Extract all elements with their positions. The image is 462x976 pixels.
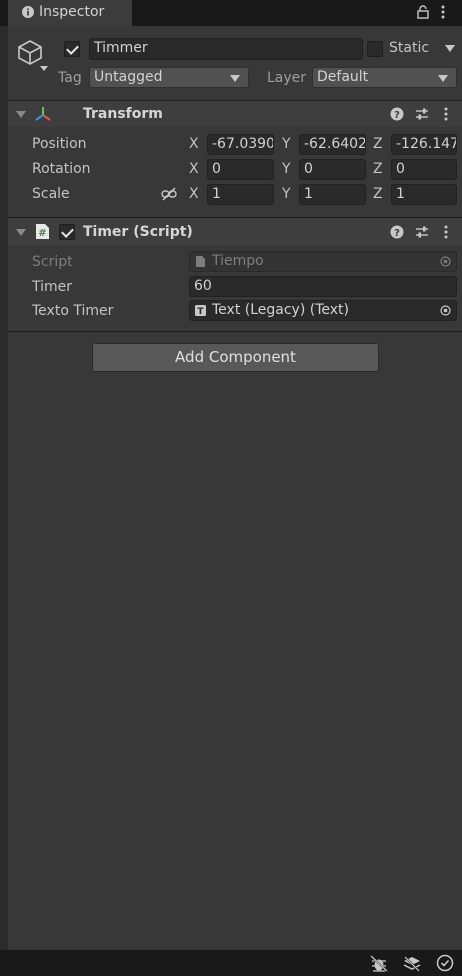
csharp-script-icon [196,256,205,267]
position-y-field[interactable]: -62.6402 [299,134,366,155]
transform-title: Transform [83,106,163,122]
timer-script-title: Timer (Script) [83,224,193,240]
info-icon [22,6,34,18]
position-y-axis[interactable]: Y [282,136,291,152]
svg-text:T: T [197,307,204,316]
rotation-y-axis[interactable]: Y [282,161,291,177]
left-panel-edge [0,26,8,950]
timer-script-enabled-checkbox[interactable] [59,224,75,240]
scale-y-field[interactable]: 1 [299,184,366,205]
layer-dropdown[interactable]: Default [312,67,457,88]
icon-dropdown-arrow[interactable] [40,66,48,71]
rotation-y-field[interactable]: 0 [299,159,366,180]
gameobject-cube-icon [18,40,42,65]
text-component-icon: T [195,305,206,316]
chevron-down-icon [230,75,240,82]
object-picker-icon[interactable] [440,305,451,316]
position-x-axis[interactable]: X [189,136,199,152]
scale-z-axis[interactable]: Z [373,186,383,202]
active-checkbox[interactable] [64,41,80,57]
transform-header[interactable]: Transform ? [8,101,462,127]
constrain-proportions-icon[interactable] [161,187,177,201]
layer-label: Layer [267,70,307,86]
position-label: Position [32,136,87,152]
rotation-x-axis[interactable]: X [189,161,199,177]
timer-label: Timer [32,279,73,295]
static-dropdown-arrow[interactable] [445,45,455,52]
texto-timer-object-field[interactable]: T Text (Legacy) (Text) [189,300,457,321]
kebab-menu-icon[interactable] [444,225,448,239]
rotation-x-field[interactable]: 0 [207,159,274,180]
position-z-field[interactable]: -126.1474 [391,134,457,155]
object-picker-icon [440,256,451,267]
svg-text:#: # [38,228,46,239]
add-component-button[interactable]: Add Component [92,343,379,372]
script-value: Tiempo [212,253,264,269]
rotation-z-field[interactable]: 0 [391,159,457,180]
svg-text:?: ? [394,228,400,239]
presets-icon[interactable] [415,225,429,239]
chevron-down-icon [438,75,448,82]
kebab-menu-icon[interactable] [444,107,448,121]
scale-z-field[interactable]: 1 [391,184,457,205]
timer-script-header[interactable]: # Timer (Script) ? [8,218,462,245]
scale-label: Scale [32,186,70,202]
tag-dropdown[interactable]: Untagged [89,67,249,88]
kebab-menu-icon[interactable] [441,5,445,19]
divider [8,331,462,332]
tag-label: Tag [58,70,82,86]
foldout-arrow-icon[interactable] [16,111,26,118]
transform-axes-icon [35,107,51,121]
layers-icon[interactable] [403,955,421,972]
position-x-field[interactable]: -67.0390 [207,134,274,155]
foldout-arrow-icon[interactable] [16,229,26,236]
script-label: Script [32,254,73,270]
tag-value: Untagged [94,69,163,85]
debug-icon[interactable] [370,955,388,972]
scale-x-axis[interactable]: X [189,186,199,202]
svg-text:?: ? [394,110,400,121]
scale-y-axis[interactable]: Y [282,186,291,202]
inspector-tab-bar: Inspector [0,0,462,26]
lock-icon[interactable] [417,5,429,19]
timer-value-field[interactable]: 60 [189,276,457,297]
rotation-label: Rotation [32,161,91,177]
status-bar [0,950,462,976]
rotation-z-axis[interactable]: Z [373,161,383,177]
inspector-tab[interactable]: Inspector [8,0,132,26]
texto-timer-label: Texto Timer [32,303,114,319]
texto-timer-value: Text (Legacy) (Text) [212,302,349,318]
static-checkbox[interactable] [367,41,383,57]
presets-icon[interactable] [415,107,429,121]
status-check-icon[interactable] [436,954,454,972]
help-icon[interactable]: ? [390,225,404,239]
position-z-axis[interactable]: Z [373,136,383,152]
help-icon[interactable]: ? [390,107,404,121]
csharp-script-icon: # [36,224,49,239]
script-object-field: Tiempo [189,251,457,272]
layer-value: Default [317,69,369,85]
static-label: Static [389,40,430,56]
object-name-field[interactable]: Timmer [89,38,363,60]
inspector-tab-label: Inspector [39,4,105,20]
scale-x-field[interactable]: 1 [207,184,274,205]
